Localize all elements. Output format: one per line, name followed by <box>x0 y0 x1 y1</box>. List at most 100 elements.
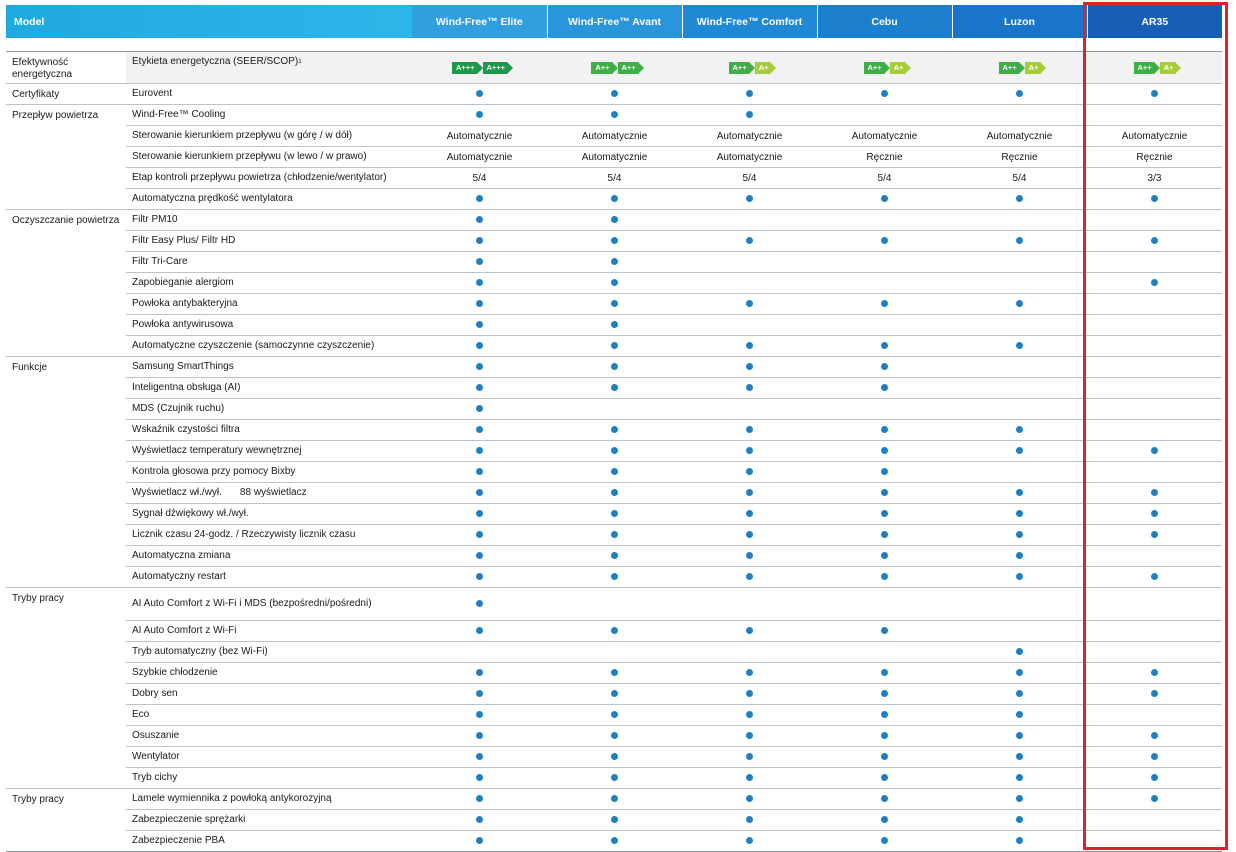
feature-dot-icon <box>476 795 483 803</box>
empty-cell <box>952 461 1087 483</box>
feature-label: Dobry sen <box>126 683 412 705</box>
category-label: Certyfikaty <box>6 83 126 105</box>
empty-cell <box>1087 830 1222 852</box>
empty-cell <box>682 251 817 273</box>
empty-cell <box>682 209 817 231</box>
feature-dot-icon <box>476 447 483 455</box>
supported-cell <box>682 482 817 504</box>
supported-cell <box>412 461 547 483</box>
supported-cell <box>412 356 547 378</box>
feature-dot-icon <box>746 342 753 350</box>
supported-cell <box>547 524 682 546</box>
value-cell: Ręcznie <box>817 146 952 168</box>
feature-text: Powłoka antywirusowa <box>132 319 234 330</box>
category-label <box>6 294 126 315</box>
empty-cell <box>1087 209 1222 231</box>
feature-dot-icon <box>476 468 483 476</box>
empty-cell <box>1087 377 1222 399</box>
empty-cell <box>952 377 1087 399</box>
empty-cell <box>1087 293 1222 315</box>
feature-dot-icon <box>1016 753 1023 761</box>
feature-dot-icon <box>881 774 888 782</box>
supported-cell <box>682 503 817 525</box>
empty-cell <box>952 251 1087 273</box>
feature-dot-icon <box>611 552 618 560</box>
table-row: Automatyczna zmiana <box>6 545 1222 567</box>
supported-cell <box>412 209 547 231</box>
model-header: Cebu <box>817 5 953 38</box>
feature-dot-icon <box>881 552 888 560</box>
table-row: Automatyczna prędkość wentylatora <box>6 188 1222 210</box>
feature-dot-icon <box>881 510 888 518</box>
feature-label: Szybkie chłodzenie <box>126 662 412 684</box>
feature-dot-icon <box>611 447 618 455</box>
feature-dot-icon <box>476 753 483 761</box>
table-row: Inteligentna obsługa (AI) <box>6 377 1222 399</box>
table-row: Tryb automatyczny (bez Wi-Fi) <box>6 641 1222 663</box>
feature-label: Osuszanie <box>126 725 412 747</box>
table-row: Tryb cichy <box>6 767 1222 789</box>
supported-cell <box>682 440 817 462</box>
feature-dot-icon <box>611 237 618 245</box>
value-cell: 3/3 <box>1087 167 1222 189</box>
feature-text: Samsung SmartThings <box>132 361 234 372</box>
model-header: Luzon <box>952 5 1088 38</box>
feature-dot-icon <box>611 321 618 329</box>
feature-text: Automatyczna prędkość wentylatora <box>132 193 293 204</box>
value-cell: Automatycznie <box>1087 125 1222 147</box>
value-cell: 5/4 <box>952 167 1087 189</box>
supported-cell <box>1087 767 1222 789</box>
supported-cell <box>412 809 547 831</box>
supported-cell <box>547 746 682 768</box>
table-row: MDS (Czujnik ruchu) <box>6 398 1222 420</box>
energy-rating-cell: A++ A++ <box>547 51 682 84</box>
feature-dot-icon <box>746 669 753 677</box>
feature-dot-icon <box>476 732 483 740</box>
feature-text: Etap kontroli przepływu powietrza (chłod… <box>132 172 387 183</box>
feature-dot-icon <box>746 447 753 455</box>
table-row: Zabezpieczenie PBA <box>6 830 1222 852</box>
supported-cell <box>547 377 682 399</box>
supported-cell <box>1087 230 1222 252</box>
feature-dot-icon <box>1016 90 1023 98</box>
table-row: Wyświetlacz wł./wył. 88 wyświetlacz <box>6 482 1222 504</box>
supported-cell <box>682 830 817 852</box>
feature-dot-icon <box>476 216 483 224</box>
table-row: Filtr Easy Plus/ Filtr HD <box>6 230 1222 252</box>
feature-label: Powłoka antywirusowa <box>126 314 412 336</box>
category-label <box>6 441 126 462</box>
feature-dot-icon <box>611 774 618 782</box>
feature-dot-icon <box>746 384 753 392</box>
feature-dot-icon <box>611 711 618 719</box>
feature-dot-icon <box>746 426 753 434</box>
supported-cell <box>817 503 952 525</box>
feature-dot-icon <box>746 753 753 761</box>
table-row: Sterowanie kierunkiem przepływu (w lewo … <box>6 146 1222 168</box>
supported-cell <box>817 704 952 726</box>
supported-cell <box>682 335 817 357</box>
energy-class-badge: A++ <box>591 61 618 74</box>
supported-cell <box>682 620 817 642</box>
feature-dot-icon <box>476 405 483 413</box>
feature-text: Sterowanie kierunkiem przepływu (w górę … <box>132 130 353 141</box>
empty-cell <box>682 314 817 336</box>
supported-cell <box>412 293 547 315</box>
empty-cell <box>817 314 952 336</box>
value-cell: 5/4 <box>547 167 682 189</box>
supported-cell <box>952 503 1087 525</box>
feature-text: Wskaźnik czystości filtra <box>132 424 240 435</box>
feature-dot-icon <box>746 489 753 497</box>
feature-label: Automatyczny restart <box>126 566 412 588</box>
supported-cell <box>547 830 682 852</box>
supported-cell <box>547 272 682 294</box>
empty-cell <box>952 314 1087 336</box>
supported-cell <box>412 335 547 357</box>
supported-cell <box>547 482 682 504</box>
supported-cell <box>547 725 682 747</box>
category-label <box>6 567 126 588</box>
supported-cell <box>682 104 817 126</box>
supported-cell <box>952 788 1087 810</box>
table-row: Filtr Tri-Care <box>6 251 1222 273</box>
value-cell: Automatycznie <box>547 125 682 147</box>
feature-dot-icon <box>476 111 483 119</box>
